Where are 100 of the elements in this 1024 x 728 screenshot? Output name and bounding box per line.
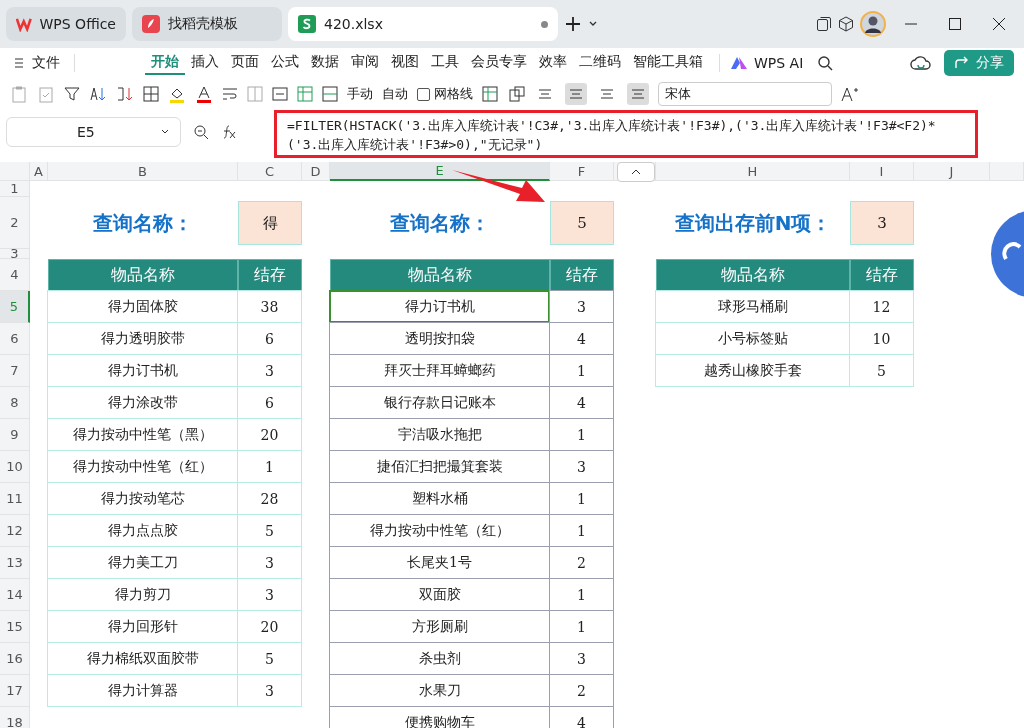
formula-field[interactable]: =FILTER(HSTACK('3.出库入库统计表'!C3#,'3.出库入库统计表'!F3#),('3.出库入库统计表'!F3#<F2)*('3.出库入库统计表'!F3#>0),"无记录") bbox=[274, 110, 978, 158]
ribbon-tab[interactable]: 公式 bbox=[265, 51, 305, 75]
table-icon[interactable] bbox=[322, 86, 338, 102]
align-button[interactable] bbox=[627, 83, 649, 105]
document-tab[interactable]: 找稻壳模板 bbox=[132, 7, 282, 41]
maximize-icon[interactable] bbox=[948, 17, 962, 31]
column-header[interactable]: C bbox=[238, 162, 302, 181]
table-cell: 12 bbox=[849, 290, 914, 323]
query-input-cell[interactable]: 5 bbox=[550, 201, 614, 245]
row-header[interactable]: 13 bbox=[0, 547, 30, 579]
wps-logo-icon bbox=[16, 16, 32, 32]
chevron-up-icon bbox=[631, 169, 641, 175]
close-icon[interactable] bbox=[992, 17, 1006, 31]
query-label: 查询名称： bbox=[389, 209, 491, 237]
row-header[interactable]: 18 bbox=[0, 707, 30, 728]
gridlines-checkbox[interactable]: 网格线 bbox=[417, 85, 473, 103]
insert-row-icon[interactable] bbox=[272, 86, 288, 102]
row-header[interactable]: 17 bbox=[0, 675, 30, 707]
search-icon[interactable] bbox=[817, 55, 834, 71]
function-icon[interactable] bbox=[221, 124, 237, 140]
file-menu[interactable]: 文件 bbox=[10, 54, 64, 72]
document-tab[interactable]: WPS Office bbox=[6, 7, 126, 41]
ribbon-tab[interactable]: 会员专享 bbox=[465, 51, 533, 75]
table-header-cell: 结存 bbox=[550, 259, 614, 291]
ribbon-tab[interactable]: 开始 bbox=[145, 51, 185, 75]
ribbon-tab[interactable]: 智能工具箱 bbox=[627, 51, 709, 75]
ribbon-tab[interactable]: 页面 bbox=[225, 51, 265, 75]
ribbon-tab[interactable]: 二维码 bbox=[573, 51, 627, 75]
align-icon bbox=[538, 88, 552, 100]
ai-button[interactable]: WPS AI bbox=[730, 55, 804, 71]
column-header[interactable]: I bbox=[850, 162, 914, 181]
query-input-cell[interactable]: 得 bbox=[238, 201, 302, 245]
column-width-dropdown[interactable]: 自动 bbox=[382, 85, 408, 103]
row-header[interactable]: 9 bbox=[0, 419, 30, 451]
font-color-icon[interactable] bbox=[195, 85, 213, 103]
align-button[interactable] bbox=[565, 83, 587, 105]
windows-icon[interactable] bbox=[816, 16, 832, 32]
row-header[interactable]: 16 bbox=[0, 643, 30, 675]
cube-icon[interactable] bbox=[838, 16, 854, 32]
sort-ascending-icon[interactable] bbox=[89, 86, 107, 102]
cloud-sync-icon[interactable] bbox=[910, 54, 932, 72]
merge-cells-icon[interactable] bbox=[247, 86, 263, 102]
ai-logo-icon bbox=[730, 56, 748, 70]
document-tab[interactable]: 420.xlsx bbox=[288, 7, 558, 41]
format-icon[interactable] bbox=[509, 86, 525, 102]
table-header-cell: 物品名称 bbox=[656, 259, 850, 291]
row-header[interactable]: 6 bbox=[0, 323, 30, 355]
freeze-panes-icon[interactable] bbox=[482, 86, 500, 102]
column-header[interactable]: H bbox=[656, 162, 850, 181]
table-cell: 得力订书机 bbox=[329, 290, 550, 323]
column-header[interactable]: J bbox=[914, 162, 990, 181]
align-icon bbox=[600, 88, 614, 100]
table-cell: 球形马桶刷 bbox=[655, 290, 850, 323]
filter-icon[interactable] bbox=[64, 86, 80, 102]
column-header[interactable]: B bbox=[48, 162, 238, 181]
font-size-increase-icon[interactable] bbox=[841, 86, 859, 102]
menu-icon bbox=[14, 57, 24, 69]
row-header[interactable]: 1 bbox=[0, 181, 30, 197]
row-header[interactable]: 4 bbox=[0, 259, 30, 291]
wrap-text-icon[interactable] bbox=[222, 86, 238, 102]
zoom-icon[interactable] bbox=[193, 124, 209, 140]
table-cell: 得力固体胶 bbox=[47, 290, 238, 323]
row-header[interactable]: 10 bbox=[0, 451, 30, 483]
row-header[interactable]: 3 bbox=[0, 249, 30, 259]
unsaved-dot bbox=[541, 20, 548, 28]
ribbon-tab[interactable]: 工具 bbox=[425, 51, 465, 75]
table-header-cell: 物品名称 bbox=[330, 259, 550, 291]
column-header[interactable]: A bbox=[30, 162, 48, 181]
table-header-cell: 结存 bbox=[238, 259, 302, 291]
query-label: 查询名称： bbox=[92, 209, 194, 237]
column-header[interactable]: D bbox=[302, 162, 330, 181]
ribbon-tab[interactable]: 效率 bbox=[533, 51, 573, 75]
row-header[interactable]: 8 bbox=[0, 387, 30, 419]
query-label: 查询出存前N项： bbox=[673, 209, 833, 237]
align-icon bbox=[631, 88, 645, 100]
table-cell: 5 bbox=[849, 354, 914, 387]
row-header[interactable]: 12 bbox=[0, 515, 30, 547]
row-height-dropdown[interactable]: 手动 bbox=[347, 85, 373, 103]
name-box[interactable]: E5 bbox=[6, 117, 181, 147]
row-header[interactable]: 7 bbox=[0, 355, 30, 387]
table-cell: 透明按扣袋 bbox=[329, 322, 550, 355]
floating-action-icon[interactable] bbox=[990, 209, 1024, 299]
row-header[interactable]: 15 bbox=[0, 611, 30, 643]
share-icon bbox=[954, 56, 970, 70]
column-header[interactable]: F bbox=[550, 162, 614, 181]
clipboard-icon[interactable] bbox=[37, 85, 55, 103]
borders-icon[interactable] bbox=[143, 86, 159, 102]
row-header[interactable]: 2 bbox=[0, 197, 30, 249]
ribbon-tab[interactable]: 审阅 bbox=[345, 51, 385, 75]
row-header[interactable]: 11 bbox=[0, 483, 30, 515]
ribbon-tab[interactable]: 插入 bbox=[185, 51, 225, 75]
font-field[interactable]: 宋体 bbox=[658, 82, 832, 106]
sort-descending-icon[interactable] bbox=[116, 86, 134, 102]
query-input-cell[interactable]: 3 bbox=[850, 201, 914, 245]
ribbon-tab[interactable]: 视图 bbox=[385, 51, 425, 75]
plus-icon[interactable] bbox=[564, 15, 582, 33]
table-header-cell: 结存 bbox=[850, 259, 914, 291]
row-header[interactable]: 14 bbox=[0, 579, 30, 611]
avatar-icon[interactable] bbox=[860, 11, 886, 37]
ribbon-tab[interactable]: 数据 bbox=[305, 51, 345, 75]
